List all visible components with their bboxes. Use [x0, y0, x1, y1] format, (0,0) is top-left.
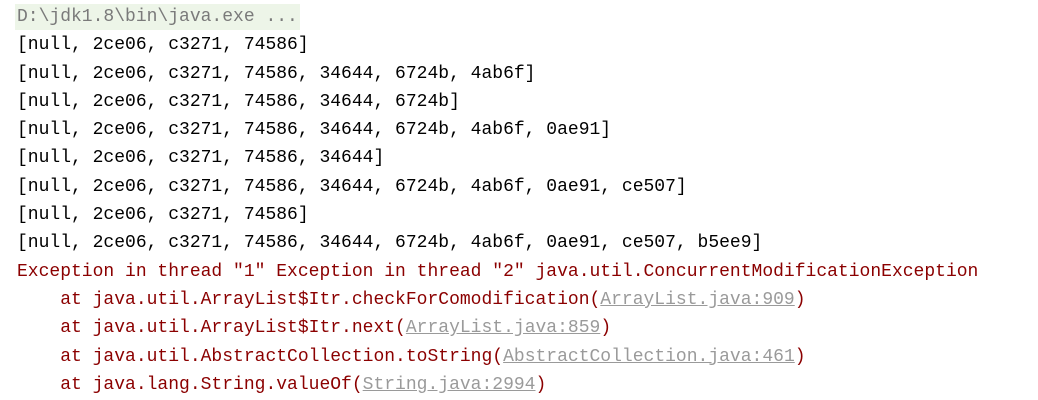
- stack-frame-close: ): [535, 374, 547, 395]
- stack-frame: at java.util.ArrayList$Itr.next(ArrayLis…: [17, 314, 978, 342]
- source-link[interactable]: AbstractCollection.java:461: [503, 347, 795, 367]
- command-text[interactable]: D:\jdk1.8\bin\java.exe ...: [15, 4, 300, 30]
- output-line: [null, 2ce06, c3271, 74586, 34644]: [17, 148, 385, 169]
- command-line: D:\jdk1.8\bin\java.exe ...: [15, 3, 978, 31]
- stack-frame: at java.util.AbstractCollection.toString…: [17, 343, 978, 371]
- stack-frame: at java.util.ArrayList$Itr.checkForComod…: [17, 286, 978, 314]
- output-line: [null, 2ce06, c3271, 74586, 34644, 6724b…: [17, 233, 763, 254]
- stack-frame-close: ): [794, 346, 806, 367]
- exception-line: Exception in thread "1" Exception in thr…: [17, 261, 979, 282]
- source-link[interactable]: ArrayList.java:859: [406, 318, 600, 338]
- output-line: [null, 2ce06, c3271, 74586]: [17, 35, 309, 56]
- source-link[interactable]: String.java:2994: [363, 375, 536, 395]
- console-output: D:\jdk1.8\bin\java.exe ... [null, 2ce06,…: [15, 3, 979, 399]
- output-line: [null, 2ce06, c3271, 74586, 34644, 6724b…: [17, 176, 687, 197]
- output-line: [null, 2ce06, c3271, 74586, 34644, 6724b…: [17, 120, 612, 141]
- stack-frame-method: at java.util.ArrayList$Itr.next(: [17, 318, 406, 339]
- output-line: [null, 2ce06, c3271, 74586]: [17, 205, 309, 226]
- source-link[interactable]: ArrayList.java:909: [600, 290, 794, 310]
- stack-frame-method: at java.util.AbstractCollection.toString…: [17, 346, 504, 367]
- stack-frame-method: at java.lang.String.valueOf(: [17, 374, 363, 395]
- stack-frame: at java.lang.String.valueOf(String.java:…: [17, 371, 978, 399]
- stack-frame-method: at java.util.ArrayList$Itr.checkForComod…: [17, 289, 601, 310]
- output-line: [null, 2ce06, c3271, 74586, 34644, 6724b…: [17, 91, 460, 112]
- stack-frame-close: ): [600, 318, 612, 339]
- stack-frame-close: ): [794, 289, 806, 310]
- output-line: [null, 2ce06, c3271, 74586, 34644, 6724b…: [17, 63, 536, 84]
